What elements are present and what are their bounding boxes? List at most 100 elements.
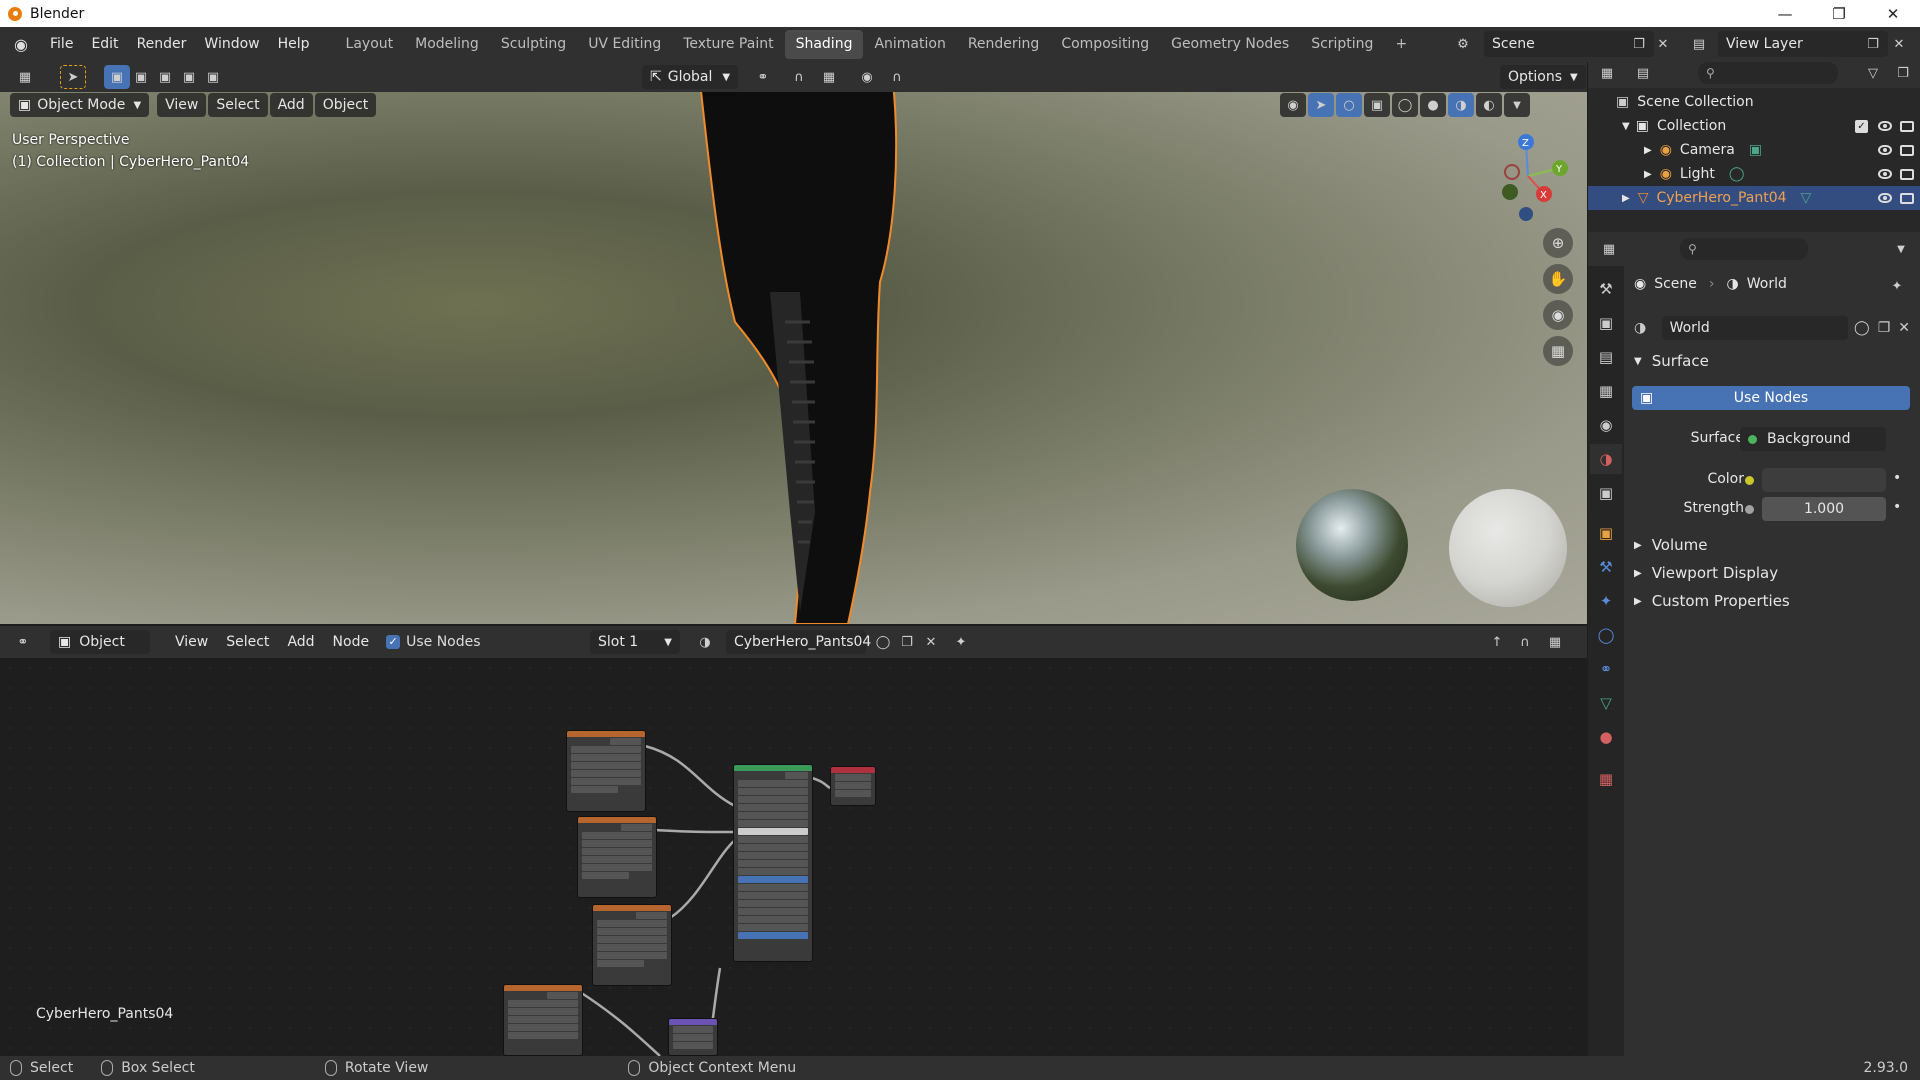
snap-icon[interactable]: ∩ xyxy=(786,65,812,89)
tab-rendering[interactable]: Rendering xyxy=(957,30,1051,59)
node-menu-view[interactable]: View xyxy=(166,629,217,656)
select-intersect-icon[interactable]: ▣ xyxy=(200,65,226,89)
menu-file[interactable]: File xyxy=(41,31,82,58)
world-browse-icon[interactable]: ◑ xyxy=(1634,320,1662,336)
parent-node-tree-icon[interactable]: ↑ xyxy=(1484,630,1510,654)
visibility-eye-icon[interactable] xyxy=(1878,169,1892,179)
viewport-menu-select[interactable]: Select xyxy=(208,93,268,117)
node-menu-node[interactable]: Node xyxy=(324,629,379,656)
outliner-row-camera[interactable]: ▶ ◉ Camera ▣ xyxy=(1588,138,1920,162)
view-layer-icon[interactable]: ▤ xyxy=(1686,32,1712,56)
material-shading-icon[interactable]: ◑ xyxy=(1448,93,1474,117)
fake-user-icon[interactable]: ◯ xyxy=(1854,320,1870,336)
maximize-button[interactable]: ❐ xyxy=(1812,0,1866,27)
properties-search-input[interactable]: ⚲ xyxy=(1680,238,1808,260)
visibility-icon[interactable]: ◉ xyxy=(1280,93,1306,117)
xray-icon[interactable]: ▣ xyxy=(1364,93,1390,117)
editor-type-icon[interactable]: ▦ xyxy=(12,65,38,89)
visibility-eye-icon[interactable] xyxy=(1878,145,1892,155)
render-camera-icon[interactable] xyxy=(1900,168,1914,180)
constraints-tab-icon[interactable]: ⚭ xyxy=(1590,654,1622,684)
pivot-point-icon[interactable]: ⚭ xyxy=(750,65,776,89)
rendered-shading-icon[interactable]: ◐ xyxy=(1476,93,1502,117)
outliner-editor-type-icon[interactable]: ▦ xyxy=(1594,61,1620,85)
scene-selector-icon[interactable]: ⚙ xyxy=(1450,32,1476,56)
options-dropdown[interactable]: Options ▼ xyxy=(1500,65,1586,89)
menu-window[interactable]: Window xyxy=(195,31,268,58)
tab-modeling[interactable]: Modeling xyxy=(404,30,490,59)
new-material-icon[interactable]: ❐ xyxy=(894,630,920,654)
chevron-down-icon[interactable]: ▼ xyxy=(1888,237,1914,261)
delete-scene-icon[interactable]: ✕ xyxy=(1650,32,1676,56)
overlay-toggle-icon[interactable]: ○ xyxy=(1336,93,1362,117)
use-nodes-checkbox[interactable]: ✓ Use Nodes xyxy=(386,634,481,650)
proportional-edit-icon[interactable]: ◉ xyxy=(854,65,880,89)
volume-section-header[interactable]: ▶ Volume xyxy=(1634,536,1708,554)
select-subtract-icon[interactable]: ▣ xyxy=(152,65,178,89)
view-layer-tab-icon[interactable]: ▦ xyxy=(1590,376,1622,406)
material-name-field[interactable]: CyberHero_Pants04 xyxy=(726,630,871,654)
pin-icon[interactable]: ✦ xyxy=(948,630,974,654)
new-world-icon[interactable]: ❐ xyxy=(1878,320,1891,336)
display-mode-icon[interactable]: ▤ xyxy=(1630,61,1656,85)
delete-view-layer-icon[interactable]: ✕ xyxy=(1886,32,1912,56)
new-scene-icon[interactable]: ❐ xyxy=(1626,32,1652,56)
menu-help[interactable]: Help xyxy=(269,31,319,58)
material-output-node[interactable] xyxy=(830,766,876,806)
scene-tab-icon[interactable]: ◉ xyxy=(1590,410,1622,440)
camera-view-icon[interactable]: ◉ xyxy=(1543,300,1573,330)
world-tab-icon[interactable]: ◑ xyxy=(1590,444,1622,474)
falloff-icon[interactable]: ∩ xyxy=(884,65,910,89)
snap-target-icon[interactable]: ▦ xyxy=(816,65,842,89)
shader-type-dropdown[interactable]: ▣ Object xyxy=(50,630,150,654)
data-tab-icon[interactable]: ▽ xyxy=(1590,688,1622,718)
texture-tab-icon[interactable]: ▦ xyxy=(1590,764,1622,794)
surface-shader-field[interactable]: Background xyxy=(1740,427,1886,451)
snap-node-icon[interactable]: ∩ xyxy=(1512,630,1538,654)
exclude-checkbox-icon[interactable]: ✓ xyxy=(1855,119,1868,133)
render-camera-icon[interactable] xyxy=(1900,120,1914,132)
gizmo-toggle-icon[interactable]: ➤ xyxy=(1308,93,1334,117)
navigation-gizmo[interactable]: Z Y X xyxy=(1482,132,1572,222)
image-texture-node-metallic[interactable] xyxy=(577,816,657,898)
minimize-button[interactable]: — xyxy=(1758,0,1812,27)
wireframe-shading-icon[interactable]: ◯ xyxy=(1392,93,1418,117)
transform-orientation-dropdown[interactable]: ⇱ Global ▼ xyxy=(642,65,739,89)
tool-tab-icon[interactable]: ⚒ xyxy=(1590,274,1622,304)
unlink-world-icon[interactable]: ✕ xyxy=(1898,320,1910,336)
outliner-row-cyberhero-pant04[interactable]: ▶ ▽ CyberHero_Pant04 ▽ xyxy=(1588,186,1920,210)
keyframe-dot-icon[interactable]: • xyxy=(1893,470,1901,486)
render-camera-icon[interactable] xyxy=(1900,144,1914,156)
select-tool-icon[interactable]: ➤ xyxy=(60,65,86,89)
snap-element-icon[interactable]: ▦ xyxy=(1542,630,1568,654)
tab-geometry-nodes[interactable]: Geometry Nodes xyxy=(1160,30,1300,59)
tab-sculpting[interactable]: Sculpting xyxy=(490,30,577,59)
menu-edit[interactable]: Edit xyxy=(82,31,127,58)
menu-render[interactable]: Render xyxy=(128,31,196,58)
material-browse-icon[interactable]: ◑ xyxy=(692,630,718,654)
pin-icon[interactable]: ✦ xyxy=(1884,274,1910,298)
object-tab-icon[interactable]: ▣ xyxy=(1590,518,1622,548)
render-camera-icon[interactable] xyxy=(1900,192,1914,204)
mode-dropdown[interactable]: ▣ Object Mode ▼ xyxy=(10,93,150,117)
viewport-display-section-header[interactable]: ▶ Viewport Display xyxy=(1634,564,1778,582)
world-name-field[interactable]: World xyxy=(1661,316,1849,340)
normal-map-node[interactable] xyxy=(668,1018,718,1056)
outliner-search-input[interactable]: ⚲ xyxy=(1698,62,1838,84)
tab-scripting[interactable]: Scripting xyxy=(1300,30,1384,59)
outliner-row-collection[interactable]: ▼ ▣ Collection ✓ xyxy=(1588,114,1920,138)
tab-layout[interactable]: Layout xyxy=(335,30,405,59)
material-tab-icon[interactable]: ● xyxy=(1590,722,1622,752)
viewport-menu-view[interactable]: View xyxy=(157,93,207,117)
tab-uv-editing[interactable]: UV Editing xyxy=(577,30,672,59)
viewport-menu-object[interactable]: Object xyxy=(314,93,377,117)
node-editor-type-icon[interactable]: ⚭ xyxy=(10,630,36,654)
node-editor-canvas[interactable]: CyberHero_Pants04 xyxy=(0,658,1587,1056)
tab-shading[interactable]: Shading xyxy=(784,30,864,59)
image-texture-node-roughness[interactable] xyxy=(592,904,672,986)
color-swatch[interactable] xyxy=(1762,468,1886,492)
particles-tab-icon[interactable]: ✦ xyxy=(1590,586,1622,616)
solid-shading-icon[interactable]: ● xyxy=(1420,93,1446,117)
pan-hand-icon[interactable]: ✋ xyxy=(1543,264,1573,294)
custom-properties-section-header[interactable]: ▶ Custom Properties xyxy=(1634,592,1790,610)
